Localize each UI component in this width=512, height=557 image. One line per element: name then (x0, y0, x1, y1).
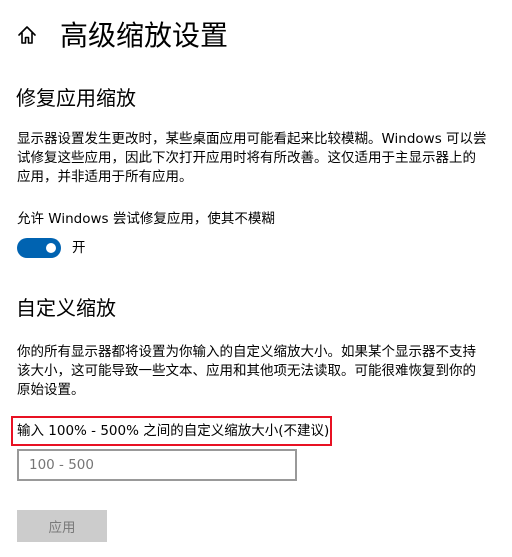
custom-scaling-input-label: 输入 100% - 500% 之间的自定义缩放大小(不建议) (17, 423, 330, 439)
fix-scaling-description: 显示器设置发生更改时，某些桌面应用可能看起来比较模糊。Windows 可以尝试修… (17, 131, 487, 185)
fix-apps-toggle[interactable] (17, 238, 61, 258)
section-title-custom-scaling: 自定义缩放 (16, 296, 116, 320)
section-title-fix-scaling: 修复应用缩放 (16, 86, 136, 110)
header: 高级缩放设置 (0, 14, 512, 58)
toggle-knob (46, 243, 56, 253)
custom-scaling-description: 你的所有显示器都将设置为你输入的自定义缩放大小。如果某个显示器不支持该大小，这可… (17, 344, 476, 398)
toggle-state-label: 开 (72, 240, 86, 256)
toggle-label: 允许 Windows 尝试修复应用，使其不模糊 (17, 211, 275, 227)
home-icon[interactable] (14, 22, 40, 48)
apply-button[interactable]: 应用 (17, 510, 107, 542)
custom-scaling-input[interactable] (17, 449, 297, 481)
page-title: 高级缩放设置 (60, 19, 229, 52)
